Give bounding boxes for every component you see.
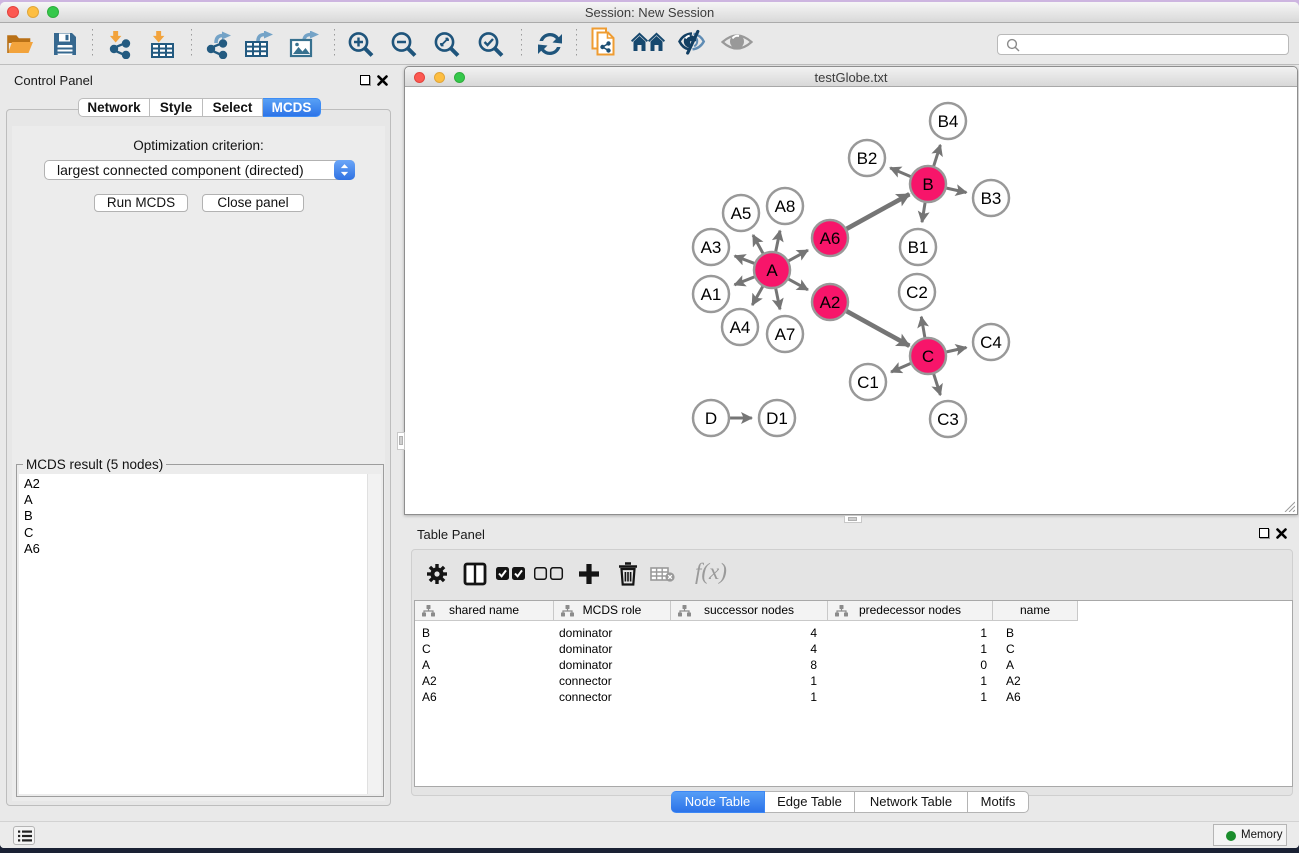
- svg-text:C2: C2: [906, 283, 928, 302]
- svg-text:B3: B3: [981, 189, 1002, 208]
- svg-text:A1: A1: [701, 285, 722, 304]
- svg-text:B: B: [922, 175, 933, 194]
- svg-text:B2: B2: [857, 149, 878, 168]
- svg-text:C: C: [922, 347, 934, 366]
- svg-text:A3: A3: [701, 238, 722, 257]
- svg-text:C4: C4: [980, 333, 1002, 352]
- svg-text:A4: A4: [730, 318, 751, 337]
- svg-text:D1: D1: [766, 409, 788, 428]
- svg-text:A: A: [766, 261, 778, 280]
- svg-text:D: D: [705, 409, 717, 428]
- svg-text:A2: A2: [820, 293, 841, 312]
- svg-text:A5: A5: [731, 204, 752, 223]
- svg-text:A8: A8: [775, 197, 796, 216]
- svg-text:B4: B4: [938, 112, 959, 131]
- svg-text:C1: C1: [857, 373, 879, 392]
- svg-text:C3: C3: [937, 410, 959, 429]
- svg-text:A7: A7: [775, 325, 796, 344]
- svg-text:B1: B1: [908, 238, 929, 257]
- svg-text:A6: A6: [820, 229, 841, 248]
